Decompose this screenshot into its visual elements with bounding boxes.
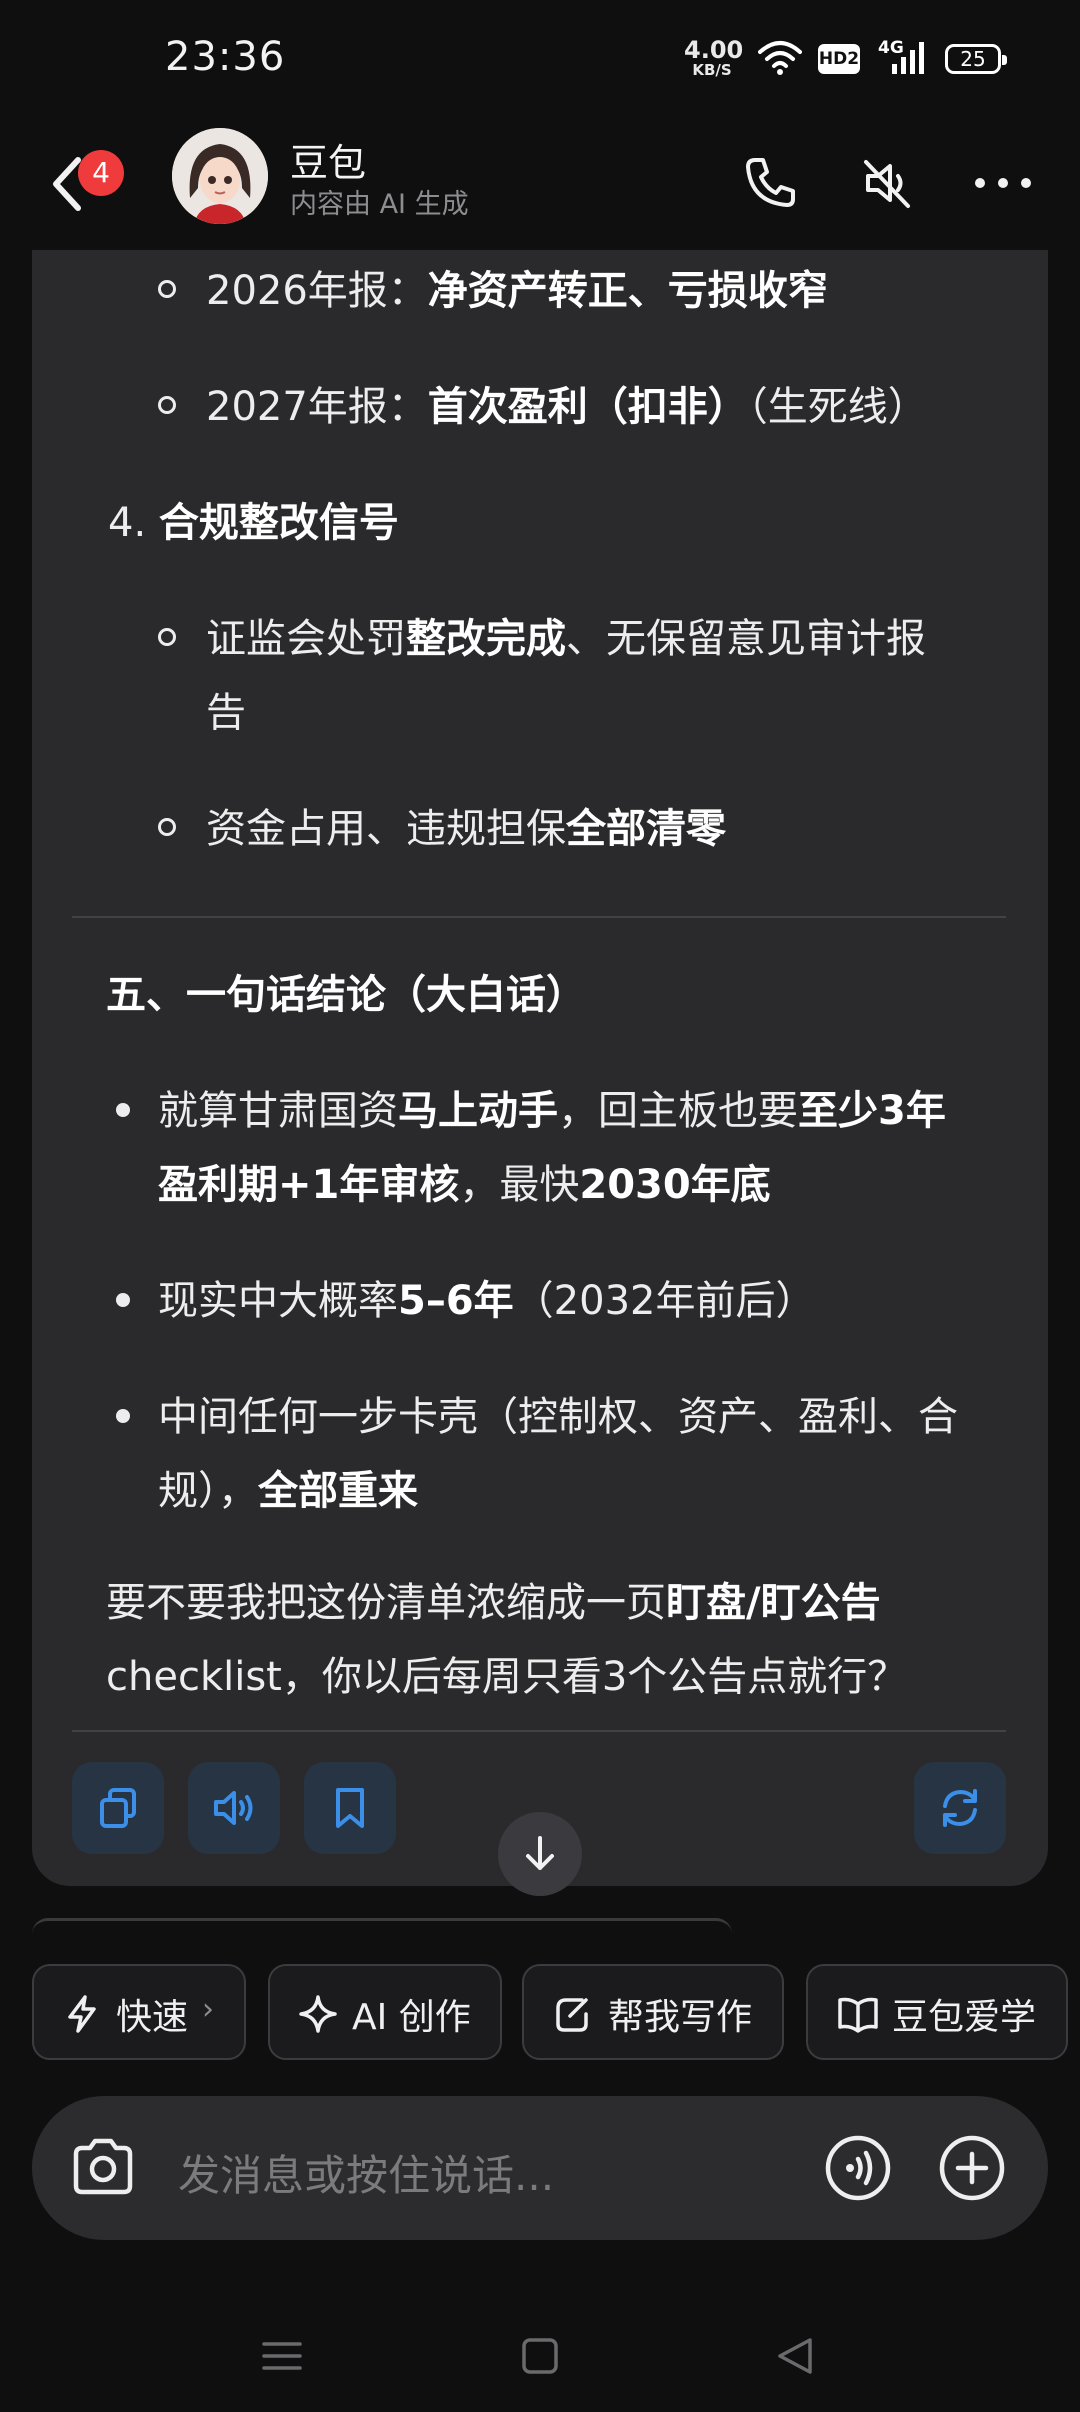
network-speed: 4.00 KB/S <box>684 36 744 79</box>
read-aloud-button[interactable] <box>188 1762 280 1854</box>
next-message-edge <box>32 1918 732 1939</box>
status-time: 23:36 <box>165 34 286 80</box>
chip-learning[interactable]: 豆包爱学 <box>806 1964 1068 2060</box>
section-5-heading: 五、一句话结论（大白话） <box>106 972 586 1018</box>
chat-subtitle: 内容由 AI 生成 <box>290 189 469 220</box>
camera-button[interactable] <box>70 2136 136 2202</box>
message-input[interactable]: 发消息或按住说话... <box>178 2142 554 2203</box>
voice-call-button[interactable] <box>824 2134 892 2206</box>
section-4-heading: 4. 合规整改信号 <box>108 500 399 546</box>
cellular-signal-icon: 4G <box>878 38 928 80</box>
add-button[interactable] <box>938 2134 1006 2206</box>
chevron-right-icon: › <box>202 1992 214 2027</box>
hollow-bullet-icon <box>158 628 176 646</box>
bookmark-button[interactable] <box>304 1762 396 1854</box>
hd-voice-icon: HD2 <box>818 44 860 74</box>
chip-writing[interactable]: 帮我写作 <box>522 1964 784 2060</box>
closing-paragraph-line2: checklist，你以后每周只看3个公告点就行？ <box>106 1654 908 1700</box>
unread-badge: 4 <box>78 150 124 196</box>
status-bar: 23:36 4.00 KB/S HD2 4G 25 <box>0 0 1080 120</box>
message-input-bar: 发消息或按住说话... <box>32 2096 1048 2240</box>
call-button[interactable] <box>735 148 805 218</box>
closing-paragraph: 要不要我把这份清单浓缩成一页盯盘/盯公告 <box>106 1580 881 1626</box>
phone-icon <box>746 158 795 207</box>
copy-icon <box>100 1788 136 1828</box>
bookmark-icon <box>336 1788 364 1828</box>
plus-circle-icon <box>939 2135 1005 2201</box>
more-button[interactable] <box>968 148 1038 218</box>
arrow-down-icon <box>526 1836 554 1870</box>
chip-ai-create[interactable]: AI 创作 <box>268 1964 502 2060</box>
edit-icon <box>556 1998 588 2032</box>
avatar[interactable] <box>172 128 268 224</box>
home-icon[interactable] <box>520 2336 560 2376</box>
bullet-icon <box>116 1293 130 1307</box>
chip-fast[interactable]: 快速 › <box>32 1964 246 2060</box>
back-triangle-icon[interactable] <box>776 2336 816 2376</box>
wifi-icon <box>758 41 802 75</box>
divider <box>72 916 1006 918</box>
bullet-icon <box>116 1409 130 1423</box>
lightning-icon <box>68 1995 96 2033</box>
hollow-bullet-icon <box>158 280 176 298</box>
hollow-bullet-icon <box>158 396 176 414</box>
chat-title: 豆包 <box>290 141 367 185</box>
system-nav-bar <box>0 2300 1080 2412</box>
copy-button[interactable] <box>72 1762 164 1854</box>
bullet-icon <box>116 1103 130 1117</box>
mute-button[interactable] <box>852 148 922 218</box>
speaker-muted-icon <box>864 160 910 208</box>
scroll-to-bottom-button[interactable] <box>498 1812 582 1896</box>
sparkle-icon <box>299 1995 337 2033</box>
menu-icon[interactable] <box>262 2336 302 2376</box>
hollow-bullet-icon <box>158 818 176 836</box>
chat-header: 4 豆包 内容由 AI 生成 <box>0 120 1080 250</box>
speaker-icon <box>214 1791 253 1825</box>
voice-wave-icon <box>825 2135 891 2201</box>
more-dots-icon <box>975 178 1031 188</box>
refresh-icon <box>943 1789 977 1827</box>
camera-icon <box>73 2138 133 2195</box>
regenerate-button[interactable] <box>914 1762 1006 1854</box>
divider <box>72 1730 1006 1732</box>
ai-message-card: 2026年报：净资产转正、亏损收窄 2027年报：首次盈利（扣非）（生死线） 4… <box>32 250 1048 1886</box>
battery-icon: 25 <box>945 44 1007 74</box>
book-icon <box>838 1997 878 2033</box>
